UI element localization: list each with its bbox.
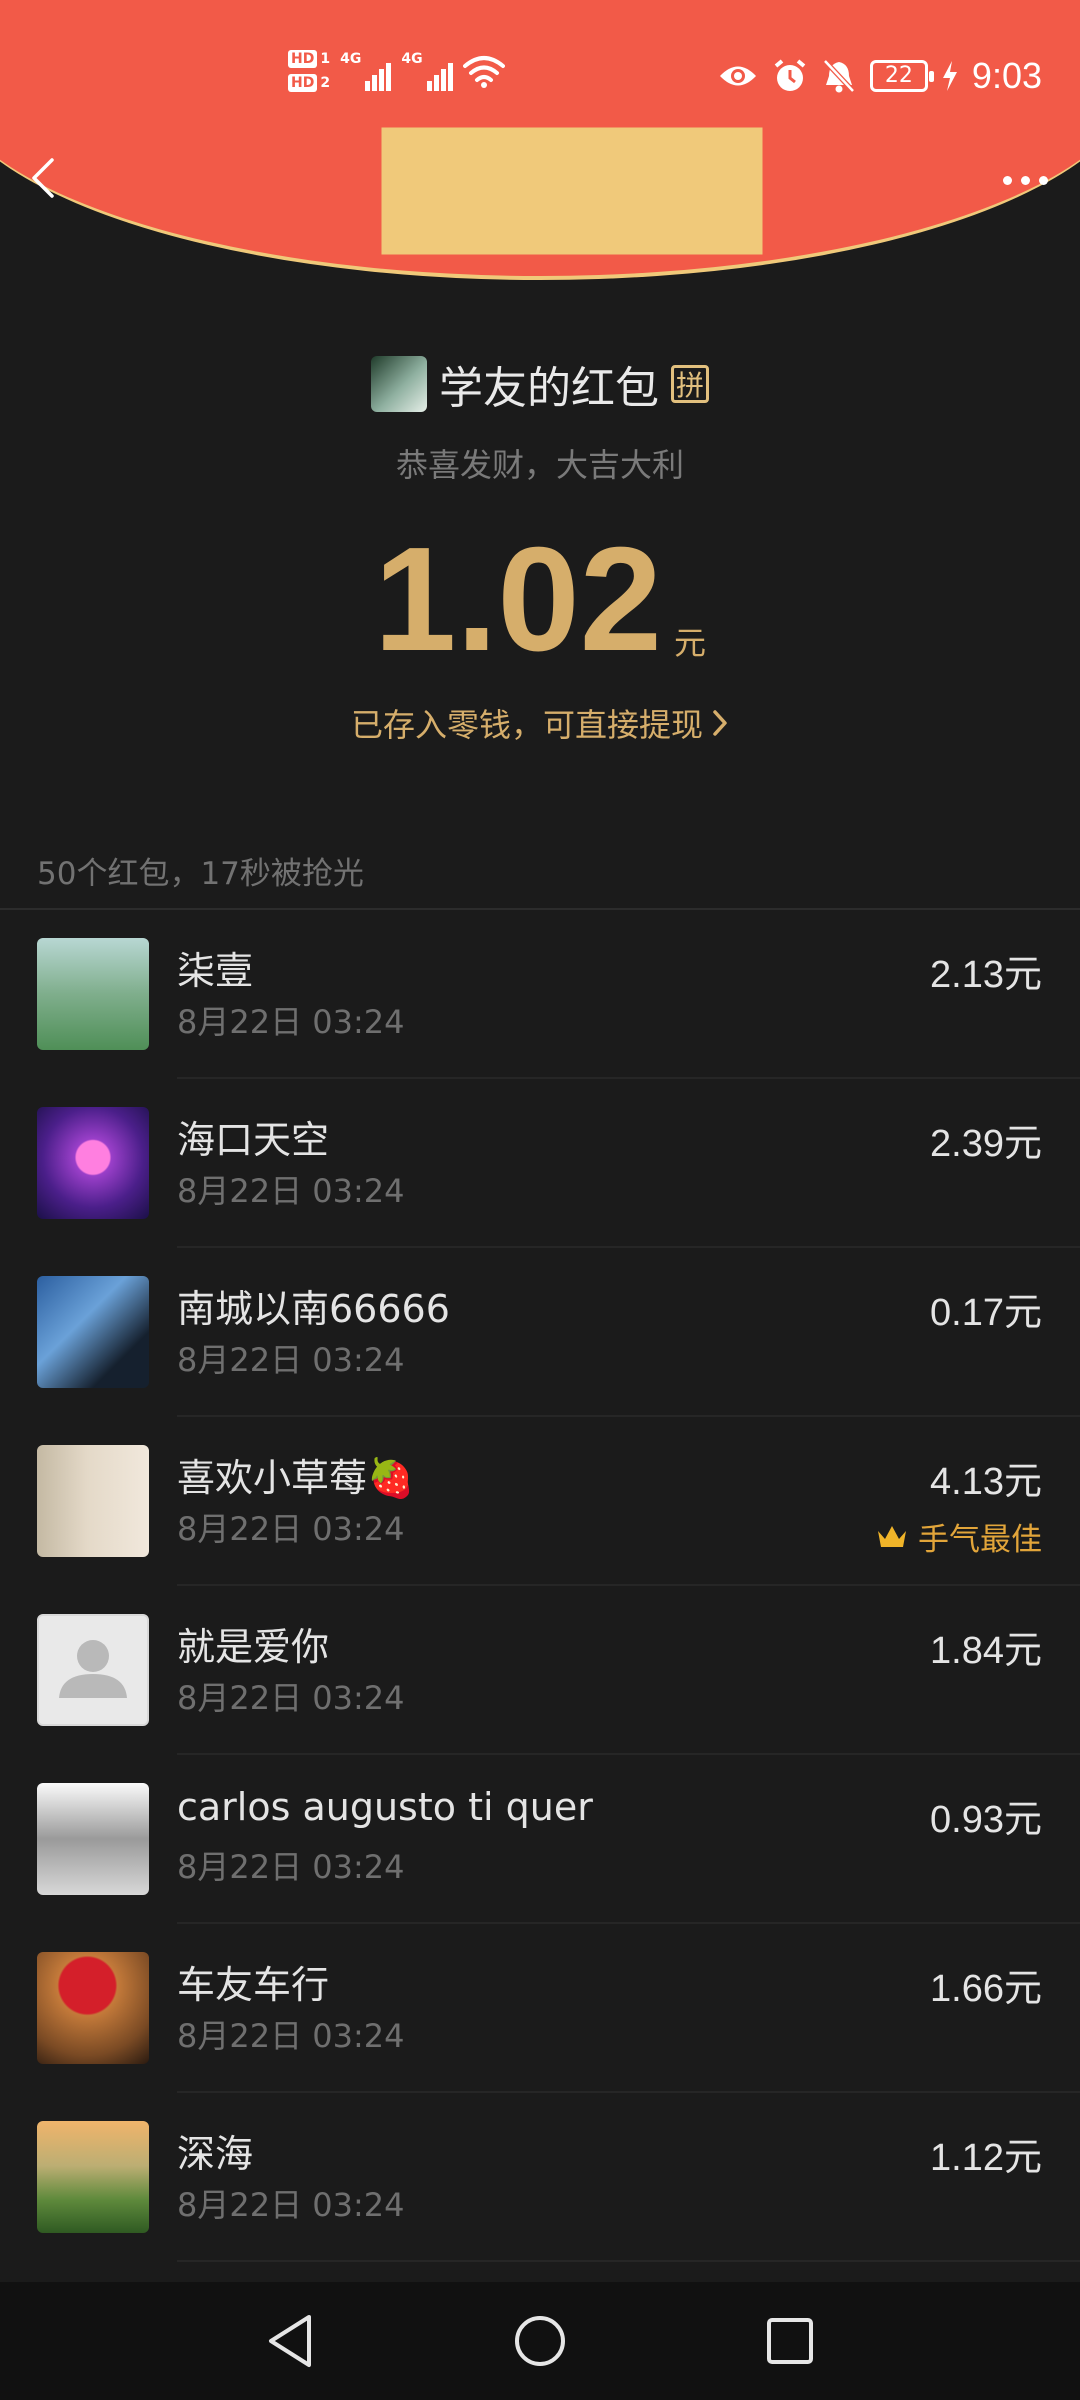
crown-icon xyxy=(878,1525,906,1547)
avatar[interactable] xyxy=(37,2121,149,2233)
more-options-button[interactable] xyxy=(990,160,1060,200)
packet-summary: 50个红包，17秒被抢光 xyxy=(37,856,364,892)
list-item[interactable]: carlos augusto ti quer 8月22日 03:24 0.93元 xyxy=(0,1755,1080,1924)
chevron-right-icon xyxy=(713,710,727,736)
nav-home-button[interactable] xyxy=(505,2306,575,2376)
hd-icon: HD xyxy=(288,74,318,92)
list-item[interactable]: 车友车行 8月22日 03:24 1.66元 xyxy=(0,1924,1080,2093)
recipient-list: 柒壹 8月22日 03:24 2.13元 海口天空 8月22日 03:24 2.… xyxy=(0,910,1080,2262)
withdraw-link-label: 已存入零钱，可直接提现 xyxy=(350,706,703,744)
recipient-name: 海口天空 xyxy=(177,1118,330,1162)
received-amount: 1.02 元 xyxy=(0,517,1080,682)
recipient-name: 柒壹 xyxy=(177,949,254,993)
list-item[interactable]: 南城以南66666 8月22日 03:24 0.17元 xyxy=(0,1248,1080,1417)
system-nav-bar xyxy=(0,2282,1080,2400)
nav-back-button[interactable] xyxy=(255,2306,325,2376)
receive-time: 8月22日 03:24 xyxy=(177,2186,405,2224)
list-item[interactable]: 海口天空 8月22日 03:24 2.39元 xyxy=(0,1079,1080,1248)
list-item[interactable]: 喜欢小草莓🍓 8月22日 03:24 4.13元 手气最佳 xyxy=(0,1417,1080,1586)
received-amount-value: 1.84元 xyxy=(930,1630,1042,1672)
sim2-number: 2 xyxy=(320,75,331,91)
best-luck-label: 手气最佳 xyxy=(918,1522,1042,1558)
avatar[interactable] xyxy=(37,1783,149,1895)
list-item[interactable]: 就是爱你 8月22日 03:24 1.84元 xyxy=(0,1586,1080,1755)
received-amount-value: 1.12元 xyxy=(930,2137,1042,2179)
receive-time: 8月22日 03:24 xyxy=(177,1341,405,1379)
received-amount-value: 2.39元 xyxy=(930,1123,1042,1165)
more-dot-icon xyxy=(1002,175,1012,185)
recipient-name: 喜欢小草莓🍓 xyxy=(177,1456,415,1500)
pin-badge: 拼 xyxy=(671,365,709,403)
default-user-icon xyxy=(59,1640,127,1698)
amount-unit: 元 xyxy=(674,624,707,662)
chevron-left-icon xyxy=(32,158,54,198)
avatar[interactable] xyxy=(37,938,149,1050)
red-packet-detail-page: HD 1 HD 2 4G 4G 22 9:03 学友的红包 拼 恭喜发财，大吉大… xyxy=(0,0,1080,2400)
status-bar: HD 1 HD 2 4G 4G 22 9:03 xyxy=(0,0,1080,150)
sender-avatar[interactable] xyxy=(371,356,427,412)
sim2-indicator: HD 2 xyxy=(288,74,330,92)
sender-name: 学友的红包 xyxy=(439,363,659,414)
recipient-name: carlos augusto ti quer xyxy=(177,1785,593,1829)
network-type-label: 4G xyxy=(340,51,362,67)
square-recents-icon xyxy=(767,2318,813,2364)
sim1-indicator: HD 1 xyxy=(288,50,330,68)
signal-icon: 4G xyxy=(340,51,392,91)
avatar[interactable] xyxy=(37,1276,149,1388)
withdraw-link[interactable]: 已存入零钱，可直接提现 xyxy=(0,700,1080,746)
received-amount-value: 1.66元 xyxy=(930,1968,1042,2010)
receive-time: 8月22日 03:24 xyxy=(177,1679,405,1717)
recipient-name: 深海 xyxy=(177,2132,254,2176)
received-amount-value: 0.17元 xyxy=(930,1292,1042,1334)
recipient-name: 车友车行 xyxy=(177,1963,330,2007)
clock: 9:03 xyxy=(971,55,1042,96)
amount-value: 1.02 xyxy=(373,517,663,682)
status-bar-right: 22 9:03 xyxy=(718,55,1042,97)
receive-time: 8月22日 03:24 xyxy=(177,1172,405,1210)
avatar[interactable] xyxy=(37,1107,149,1219)
sender-info: 学友的红包 拼 xyxy=(0,352,1080,416)
avatar[interactable] xyxy=(37,1445,149,1557)
sim1-number: 1 xyxy=(320,51,331,67)
list-item[interactable]: 柒壹 8月22日 03:24 2.13元 xyxy=(0,910,1080,1079)
received-amount-value: 0.93元 xyxy=(930,1799,1042,1841)
received-amount-value: 2.13元 xyxy=(930,954,1042,996)
more-dot-icon xyxy=(1038,175,1048,185)
back-button[interactable] xyxy=(22,150,82,210)
signal-icon: 4G xyxy=(401,51,453,91)
sim-indicators: HD 1 HD 2 xyxy=(288,50,330,92)
more-dot-icon xyxy=(1020,175,1030,185)
avatar[interactable] xyxy=(37,1614,149,1726)
receive-time: 8月22日 03:24 xyxy=(177,2017,405,2055)
avatar[interactable] xyxy=(37,1952,149,2064)
hd-icon: HD xyxy=(288,50,318,68)
alarm-icon xyxy=(774,59,806,91)
circle-home-icon xyxy=(515,2316,565,2366)
wifi-icon xyxy=(462,56,505,88)
list-item[interactable]: 深海 8月22日 03:24 1.12元 xyxy=(0,2093,1080,2262)
receive-time: 8月22日 03:24 xyxy=(177,1848,405,1886)
receive-time: 8月22日 03:24 xyxy=(177,1003,405,1041)
battery-icon: 22 xyxy=(869,60,934,92)
recipient-name: 就是爱你 xyxy=(177,1625,330,1669)
status-bar-left: HD 1 HD 2 4G 4G xyxy=(288,50,505,92)
greeting-text: 恭喜发财，大吉大利 xyxy=(395,446,684,484)
network-type-label: 4G xyxy=(401,51,423,67)
received-amount-value: 4.13元 xyxy=(930,1461,1042,1503)
charging-icon xyxy=(942,61,957,91)
receive-time: 8月22日 03:24 xyxy=(177,1510,405,1548)
eye-icon xyxy=(719,66,756,86)
mute-bell-icon xyxy=(823,59,855,93)
recipient-name: 南城以南66666 xyxy=(177,1287,450,1331)
best-luck-badge: 手气最佳 xyxy=(876,1514,1042,1559)
nav-recents-button[interactable] xyxy=(755,2306,825,2376)
triangle-back-icon xyxy=(269,2315,311,2367)
divider xyxy=(177,2260,1080,2262)
